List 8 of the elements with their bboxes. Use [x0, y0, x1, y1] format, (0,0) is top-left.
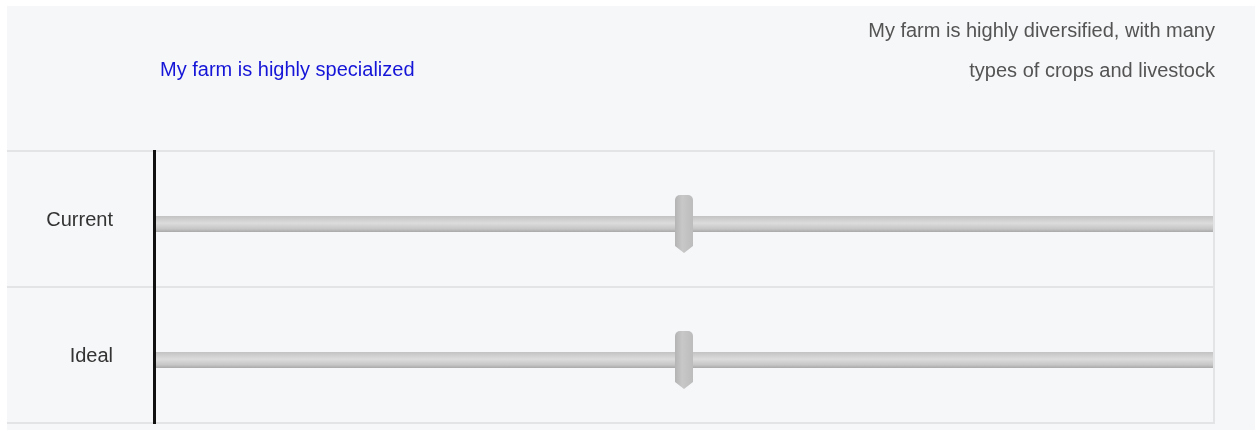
slider[interactable]: [155, 331, 1213, 389]
row-label: Current: [45, 207, 114, 231]
slider-thumb[interactable]: [675, 331, 693, 389]
scale-right-label: My farm is highly diversified, with many types of crops and livestock: [867, 18, 1215, 83]
scale-left-label: My farm is highly specialized: [160, 58, 415, 81]
row-label: Ideal: [68, 343, 114, 367]
slider[interactable]: [155, 195, 1213, 253]
slider-thumb[interactable]: [675, 195, 693, 253]
